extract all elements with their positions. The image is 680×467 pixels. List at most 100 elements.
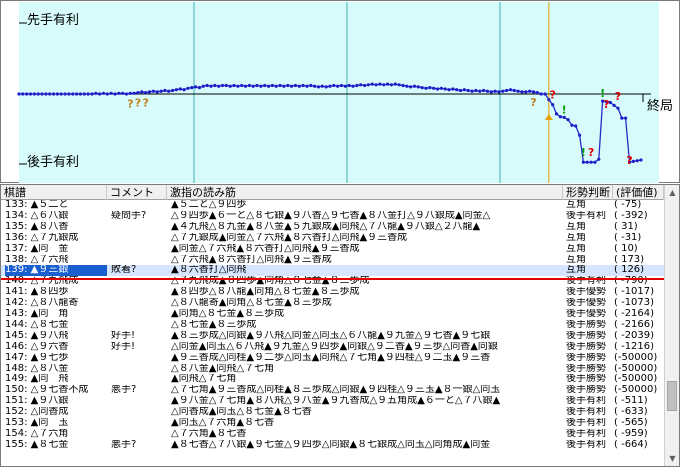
- table-row[interactable]: 134: △６八銀 疑問手? △９四歩▲６一と△８七銀▲９八香△９七香▲８八金打△９…: [1, 211, 664, 222]
- table-row[interactable]: 151: ▲９八銀 ▲９八金△７七角▲８八飛△９八金▲９九香成△９五角成▲６一と△…: [1, 396, 664, 407]
- table-row[interactable]: 149: ▲同 飛 ▲同飛△７七角 後手勝勢 (-50000): [1, 374, 664, 385]
- judgment-cell: 後手優勢: [566, 287, 606, 298]
- judgment-cell: 後手勝勢: [566, 385, 606, 396]
- data-point: [470, 89, 474, 93]
- data-point: [489, 90, 493, 94]
- data-point: [393, 82, 397, 86]
- move-analysis-list[interactable]: 棋譜 コメント 激指の読み筋 形勢判断 (評価値) 133: ▲５二と ▲５二と△…: [0, 184, 680, 467]
- table-row[interactable]: 145: ▲９八飛 好手! ▲８三歩成△同銀▲９八飛△同金△同玉△６八龍▲９九金△９…: [1, 331, 664, 342]
- comment-cell: 好手!: [111, 330, 136, 341]
- move-cell: 155: ▲８七金: [5, 439, 69, 450]
- table-row[interactable]: 142: △８八龍寄 △８八龍寄▲同角△８七金▲８三歩成 後手優勢 ( -1073): [1, 298, 664, 309]
- judgment-cell: 互角: [566, 200, 586, 210]
- table-row[interactable]: 144: △８七金 △８七金▲８三歩成 後手勝勢 ( -2166): [1, 320, 664, 331]
- data-point: [359, 83, 363, 87]
- scroll-thumb[interactable]: [667, 381, 677, 411]
- judgment-cell: 互角: [566, 243, 586, 254]
- column-header-kifu[interactable]: 棋譜: [1, 185, 107, 200]
- data-point: [589, 160, 593, 164]
- reading-cell: △同香成▲同玉△８七金▲８七香: [171, 407, 312, 418]
- reading-cell: ▲８七香△７八銀▲９七金△９四歩△同銀▲８七銀成△同玉△同角成▲同金: [171, 439, 491, 450]
- reading-cell: ▲同金△７六飛▲８六香打△同飛▲９三香成: [171, 243, 360, 254]
- data-point: [255, 83, 259, 88]
- evaluation-graph[interactable]: ?????????!!! 先手有利 後手有利 終局: [0, 0, 680, 183]
- table-row[interactable]: 141: ▲８四歩 ▲８四歩△８八龍▲同角△８七金▲８三歩成 後手優勢 ( -1017…: [1, 287, 664, 298]
- eval-cell: (-50000): [614, 385, 658, 396]
- data-point: [366, 83, 370, 87]
- judgment-cell: 互角: [566, 221, 586, 232]
- data-point: [90, 92, 94, 96]
- question-marker: ?: [143, 97, 149, 110]
- data-point: [435, 87, 440, 91]
- data-point: [320, 84, 324, 88]
- data-point: [236, 84, 240, 88]
- evaluation-graph-canvas[interactable]: ?????????!!!: [1, 1, 680, 184]
- data-point: [267, 84, 271, 88]
- eval-cell: ( -565): [614, 418, 648, 428]
- good-move-marker: !: [581, 146, 586, 159]
- reading-cell: ▲同飛△７七角: [171, 374, 237, 385]
- data-point: [585, 160, 589, 164]
- reading-cell: △７六角▲８七香: [171, 428, 247, 439]
- gote-advantage-label: 後手有利: [27, 155, 80, 170]
- question-marker: ?: [530, 96, 536, 109]
- judgment-cell: 後手有利: [566, 418, 606, 428]
- data-point: [232, 83, 236, 88]
- data-point: [17, 92, 21, 96]
- judgment-cell: 後手勝勢: [566, 330, 606, 341]
- table-row[interactable]: 155: ▲８七金 悪手? ▲８七香△７八銀▲９七金△９四歩△同銀▲８七銀成△同玉△…: [1, 440, 664, 451]
- data-point: [462, 88, 466, 92]
- table-row[interactable]: 147: ▲９七歩 ▲９三香成△同桂▲９二歩△同玉▲同飛△７七角▲９四桂△９二玉▲…: [1, 353, 664, 364]
- data-point: [247, 83, 251, 88]
- data-point: [639, 158, 643, 162]
- reading-cell: ▲９三香成△同桂▲９二歩△同玉▲同飛△７七角▲９四桂△９二玉▲９三香: [171, 352, 491, 363]
- table-row[interactable]: 153: ▲同 玉 ▲同玉△７六角▲８七香 後手有利 ( -565): [1, 418, 664, 429]
- data-point: [355, 83, 359, 88]
- column-header-judgment[interactable]: 形勢判断: [563, 185, 613, 200]
- data-point: [389, 83, 393, 87]
- table-row[interactable]: 154: △７六角 △７六角▲８七香 後手有利 ( -959): [1, 429, 664, 440]
- column-header-reading[interactable]: 激指の読み筋: [167, 185, 563, 200]
- table-row[interactable]: 135: ▲８八香 ▲４九飛△８九金▲８八金▲５九銀成▲同飛△７八龍▲９八銀△２八…: [1, 222, 664, 233]
- move-cell: 134: △６八銀: [5, 210, 69, 221]
- table-row[interactable]: 137: ▲同 金 ▲同金△７六飛▲８六香打△同飛▲９三香成 互角 ( 10): [1, 244, 664, 255]
- reading-cell: △９四歩▲６一と△８七銀▲９八香△９七香▲８八金打△９八銀成▲同金△: [171, 210, 491, 221]
- data-point: [374, 83, 378, 87]
- judgment-cell: 後手有利: [566, 210, 606, 221]
- column-header-comment[interactable]: コメント: [107, 185, 167, 200]
- table-row[interactable]: 138: △７六飛 △７六飛▲８六香打△同飛▲９三香成 互角 ( 173): [1, 255, 664, 266]
- move-cell: 146: △９六香: [5, 341, 69, 352]
- data-point: [531, 90, 536, 94]
- column-header-eval[interactable]: (評価値): [613, 185, 664, 200]
- data-point: [451, 87, 455, 91]
- table-row[interactable]: 139: ▲９三銀 敗着? ▲８六香打△同飛 互角 ( 126): [1, 265, 664, 277]
- judgment-cell: 後手勝勢: [566, 374, 606, 385]
- data-point: [397, 83, 401, 87]
- question-marker: ?: [615, 90, 621, 103]
- scroll-down-button[interactable]: ▼: [665, 451, 679, 466]
- data-point: [224, 83, 228, 88]
- table-row[interactable]: 143: ▲同 角 ▲同角△８七金▲８三歩成 後手優勢 ( -2164): [1, 309, 664, 320]
- table-row[interactable]: 152: △同香成 △同香成▲同玉△８七金▲８七香 後手有利 ( -633): [1, 407, 664, 418]
- table-row[interactable]: 150: △９七香不成 悪手? △７七角▲９三香成△同桂▲８三歩成△同銀▲９四桂△９…: [1, 385, 664, 396]
- data-point: [209, 84, 213, 88]
- move-cell: 150: △９七香不成: [5, 385, 89, 396]
- move-cell: 136: △７九銀成: [5, 232, 79, 243]
- eval-cell: ( -2039): [614, 330, 655, 341]
- reading-cell: △同金▲同玉△６八飛▲９九金△９四歩▲同銀△９二香▲９三歩△同香▲同銀: [171, 341, 498, 352]
- question-marker: ?: [135, 97, 141, 110]
- move-cell: 149: ▲同 飛: [5, 374, 69, 385]
- list-body[interactable]: 133: ▲５二と ▲５二と△９四歩 互角( -75) 134: △６八銀 疑問手? △９…: [1, 200, 664, 466]
- scroll-up-button[interactable]: ▲: [665, 185, 679, 200]
- table-row[interactable]: 133: ▲５二と ▲５二と△９四歩 互角 ( -75): [1, 200, 664, 211]
- list-header: 棋譜 コメント 激指の読み筋 形勢判断 (評価値): [1, 185, 664, 200]
- judgment-cell: 互角: [566, 254, 586, 265]
- table-row[interactable]: 136: △７九銀成 △７九銀成▲同金△７六飛▲８六香打△同飛▲９三香成 互角 ( -…: [1, 233, 664, 244]
- move-cell: 137: ▲同 金: [5, 243, 69, 254]
- table-row[interactable]: 146: △９六香 好手! △同金▲同玉△６八飛▲９九金△９四歩▲同銀△９二香▲９三…: [1, 342, 664, 353]
- table-row[interactable]: 148: △８八金 △８八金▲同飛△７七角 後手勝勢 (-50000): [1, 364, 664, 375]
- reading-cell: △８七金▲８三歩成: [171, 319, 257, 330]
- data-point: [474, 88, 478, 93]
- data-point: [478, 89, 482, 93]
- vertical-scrollbar[interactable]: ▲ ▼: [664, 185, 679, 466]
